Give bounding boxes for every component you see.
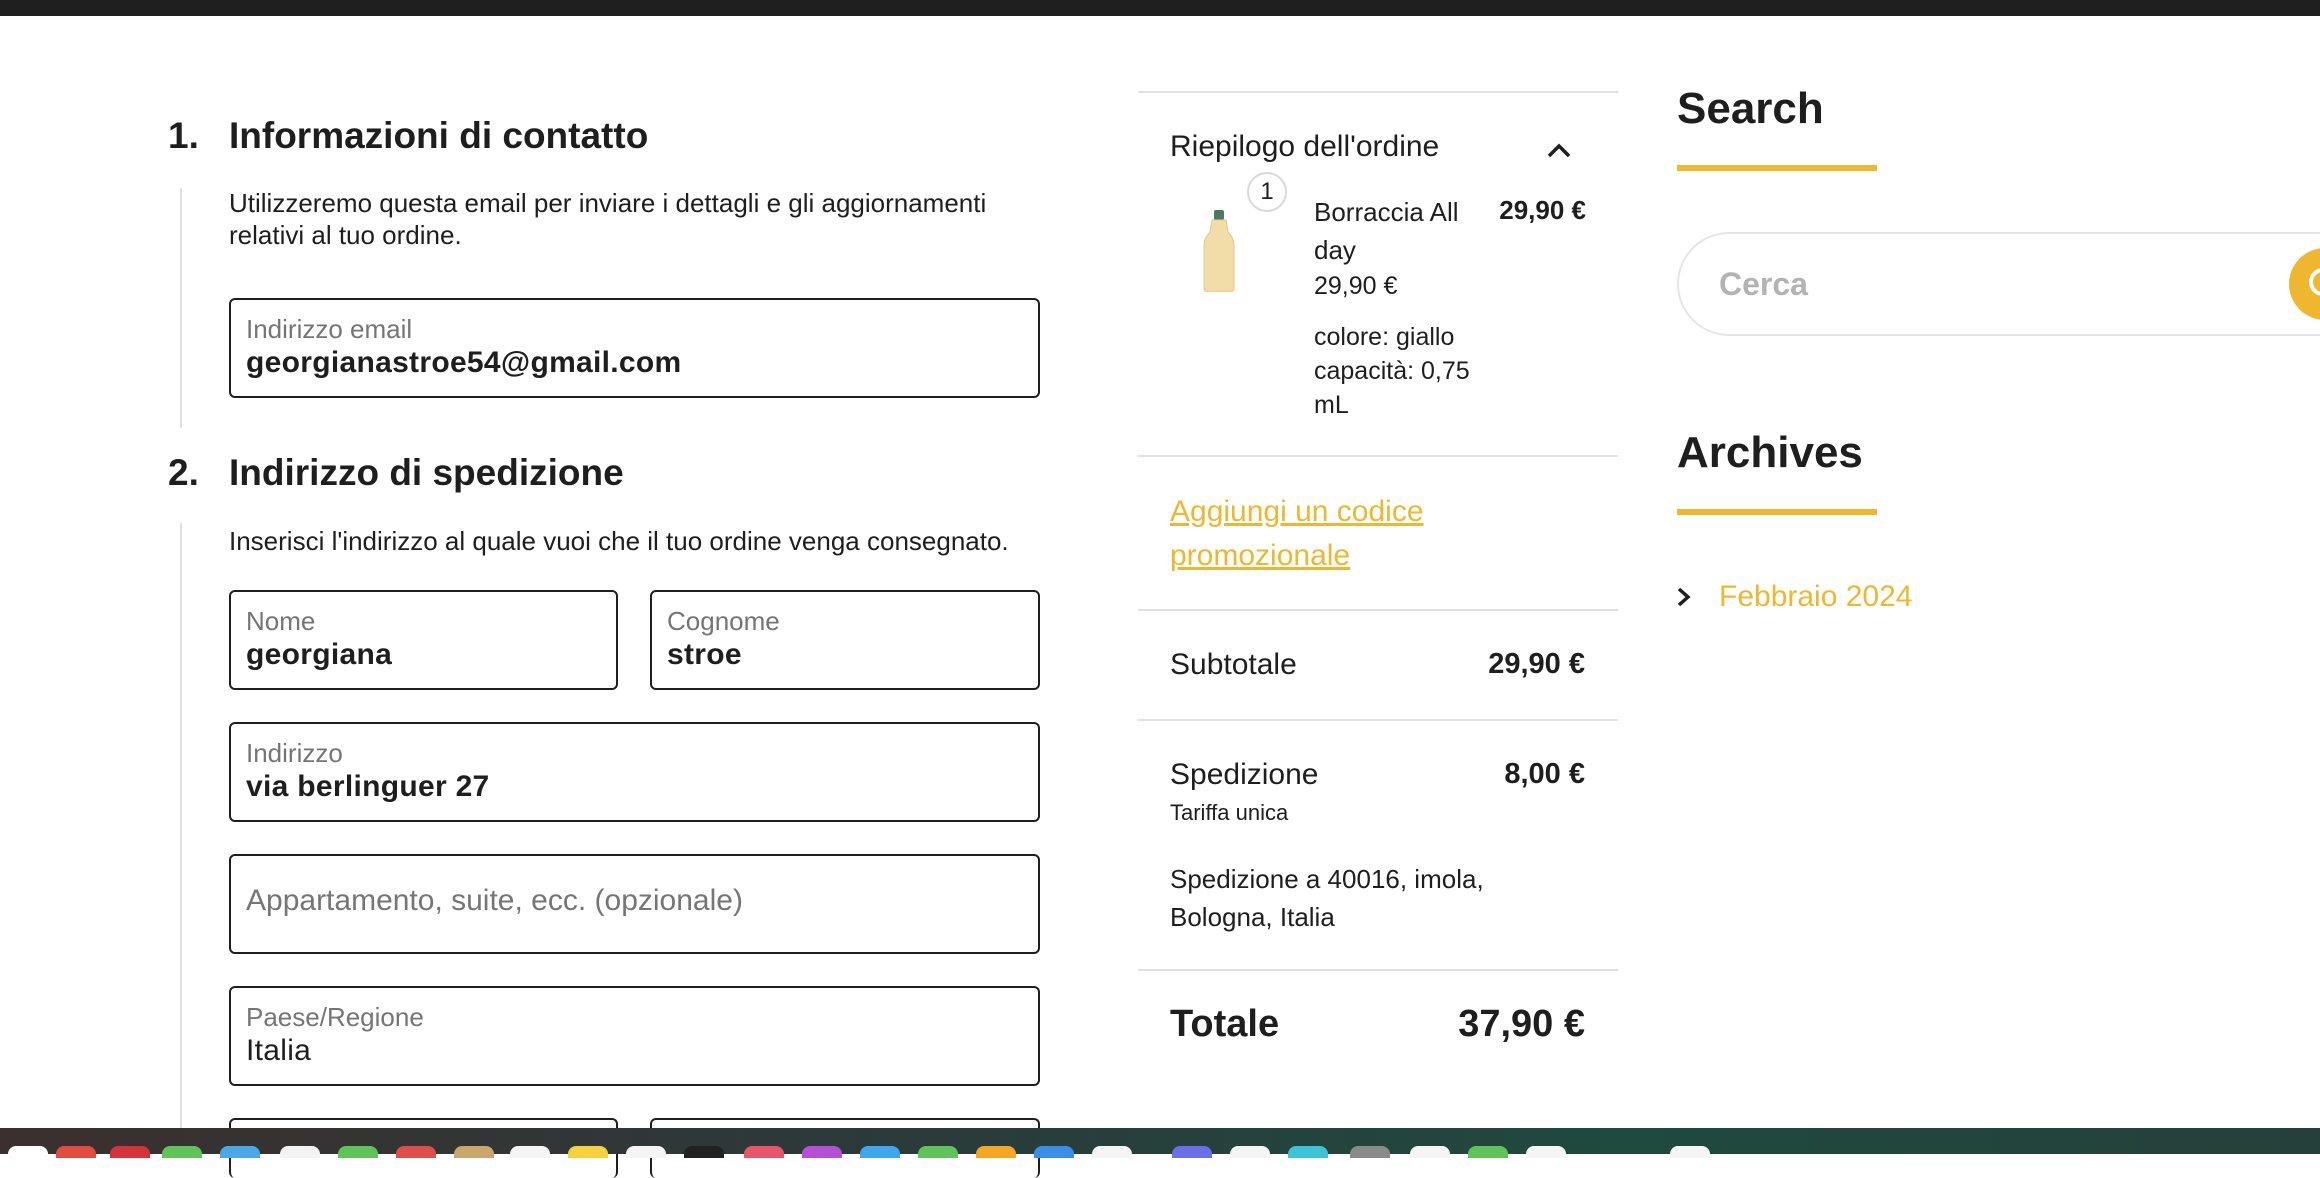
chevron-up-icon[interactable]: [1544, 138, 1574, 162]
archives-title-underline: [1677, 509, 1877, 515]
dock-icon[interactable]: [1092, 1146, 1132, 1158]
dock-icon[interactable]: [1288, 1146, 1328, 1158]
dock-icon[interactable]: [1468, 1146, 1508, 1158]
dock-icon[interactable]: [338, 1146, 378, 1158]
product-attributes: colore: giallo capacità: 0,75 mL: [1314, 320, 1494, 422]
first-name-label: Nome: [246, 606, 316, 636]
shipping-value: 8,00 €: [1504, 758, 1585, 790]
product-line-total: 29,90 €: [1499, 195, 1586, 225]
country-label: Paese/Regione: [246, 1002, 424, 1032]
dock-icon[interactable]: [1410, 1146, 1450, 1158]
email-field-value: georgianastroe54@gmail.com: [246, 346, 682, 379]
dock-icon[interactable]: [918, 1146, 958, 1158]
country-value: Italia: [246, 1034, 312, 1067]
bottle-body: [1203, 219, 1235, 292]
dock-icon[interactable]: [860, 1146, 900, 1158]
search-icon: [2309, 268, 2320, 296]
summary-divider: [1138, 969, 1618, 971]
search-widget-title: Search: [1677, 84, 1824, 133]
last-name-label: Cognome: [667, 606, 780, 636]
product-unit-price: 29,90 €: [1314, 272, 1398, 300]
address2-placeholder: Appartamento, suite, ecc. (opzionale): [246, 884, 743, 917]
dock-icon[interactable]: [1526, 1146, 1566, 1158]
first-name-value: georgiana: [246, 638, 393, 671]
bottle-thumbnail: [1203, 210, 1235, 292]
shipping-label: Spedizione: [1170, 758, 1319, 791]
last-name-field[interactable]: Cognome stroe: [650, 590, 1040, 690]
address2-field[interactable]: Appartamento, suite, ecc. (opzionale): [229, 854, 1040, 954]
dock-icon[interactable]: [1034, 1146, 1074, 1158]
dock-icon[interactable]: [626, 1146, 666, 1158]
dock-icon[interactable]: [454, 1146, 494, 1158]
search-button[interactable]: [2289, 248, 2320, 320]
product-capacity: capacità: 0,75 mL: [1314, 357, 1470, 419]
dock-icon[interactable]: [280, 1146, 320, 1158]
address-value: via berlinguer 27: [246, 770, 490, 803]
shipping-rate: Tariffa unica: [1170, 800, 1289, 825]
first-name-field[interactable]: Nome georgiana: [229, 590, 618, 690]
summary-divider: [1138, 455, 1618, 457]
address-label: Indirizzo: [246, 738, 343, 768]
dock-icon[interactable]: [684, 1146, 724, 1158]
shipping-destination: Spedizione a 40016, imola, Bologna, Ital…: [1170, 864, 1484, 932]
dock-icon[interactable]: [976, 1146, 1016, 1158]
summary-heading: Riepilogo dell'ordine: [1170, 130, 1440, 163]
browser-top-bar: [0, 0, 2320, 16]
search-input[interactable]: Cerca: [1677, 232, 2320, 336]
step-2-number: 2.: [168, 452, 199, 493]
summary-divider: [1138, 719, 1618, 721]
dock-icon[interactable]: [396, 1146, 436, 1158]
dock-icon[interactable]: [1230, 1146, 1270, 1158]
step-1-number: 1.: [168, 115, 199, 156]
quantity-badge: 1: [1247, 172, 1287, 212]
total-label: Totale: [1170, 1003, 1280, 1045]
archive-item-febbraio-2024[interactable]: Febbraio 2024: [1719, 580, 1912, 614]
promo-code-link[interactable]: Aggiungi un codice promozionale: [1170, 490, 1460, 578]
country-select[interactable]: Paese/Regione Italia: [229, 986, 1040, 1086]
dock-icon[interactable]: [8, 1146, 48, 1158]
step-1-rail: [180, 188, 182, 428]
step-1-title: Informazioni di contatto: [229, 115, 649, 156]
subtotal-label: Subtotale: [1170, 648, 1297, 681]
dock-icon[interactable]: [802, 1146, 842, 1158]
step-2-rail: [180, 523, 182, 1128]
dock-icon[interactable]: [1172, 1146, 1212, 1158]
summary-divider: [1138, 609, 1618, 611]
last-name-value: stroe: [667, 638, 742, 671]
address-field[interactable]: Indirizzo via berlinguer 27: [229, 722, 1040, 822]
email-field-label: Indirizzo email: [246, 314, 413, 344]
total-value: 37,90 €: [1458, 1003, 1585, 1045]
dock-icon[interactable]: [568, 1146, 608, 1158]
step-2-title: Indirizzo di spedizione: [229, 452, 624, 493]
dock-icon[interactable]: [1350, 1146, 1390, 1158]
product-color: colore: giallo: [1314, 323, 1455, 351]
step-1-description: Utilizzeremo questa email per inviare i …: [229, 188, 987, 250]
dock-icon[interactable]: [220, 1146, 260, 1158]
archives-widget-title: Archives: [1677, 428, 1863, 477]
dock-icon[interactable]: [744, 1146, 784, 1158]
search-title-underline: [1677, 165, 1877, 171]
dock-icon[interactable]: [56, 1146, 96, 1158]
dock-icon[interactable]: [1670, 1146, 1710, 1158]
chevron-right-icon: [1677, 587, 1691, 607]
dock-icon[interactable]: [510, 1146, 550, 1158]
search-placeholder: Cerca: [1719, 266, 1808, 302]
dock-icon[interactable]: [110, 1146, 150, 1158]
step-2-description: Inserisci l'indirizzo al quale vuoi che …: [229, 526, 1009, 556]
dock-icon[interactable]: [162, 1146, 202, 1158]
email-field[interactable]: Indirizzo email georgianastroe54@gmail.c…: [229, 298, 1040, 398]
summary-divider: [1138, 91, 1618, 93]
product-name: Borraccia All day: [1314, 197, 1459, 265]
subtotal-value: 29,90 €: [1488, 648, 1585, 680]
